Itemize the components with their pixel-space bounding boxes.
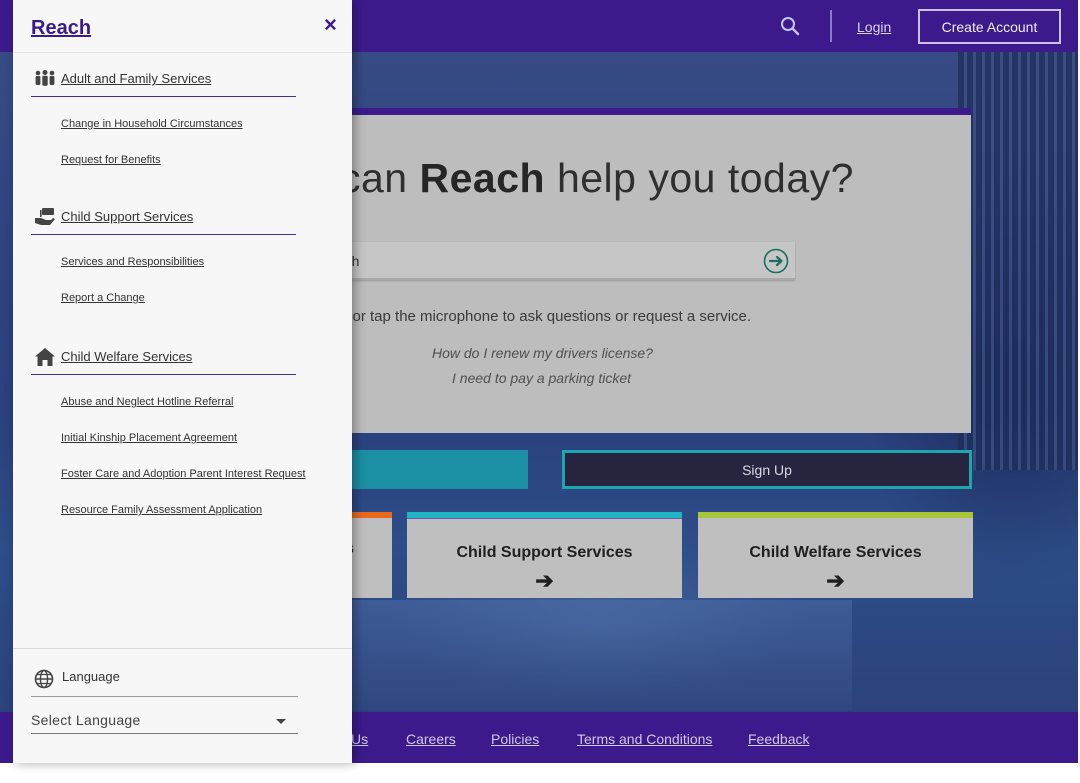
footer-link-careers[interactable]: Careers xyxy=(406,731,456,747)
example-query[interactable]: How do I renew my drivers license? xyxy=(432,345,653,361)
service-tile-label: Child Support Services xyxy=(456,544,633,561)
footer-link-contact[interactable]: Us xyxy=(351,731,368,747)
close-icon[interactable]: × xyxy=(324,14,337,36)
section-child-welfare[interactable]: Child Welfare Services xyxy=(31,345,296,375)
create-account-button[interactable]: Create Account xyxy=(918,9,1061,44)
globe-icon xyxy=(34,669,54,689)
footer-link-terms[interactable]: Terms and Conditions xyxy=(577,731,712,747)
language-label: Language xyxy=(62,669,120,684)
sign-up-button[interactable]: Sign Up xyxy=(562,450,972,489)
search-icon[interactable] xyxy=(780,16,800,36)
teal-action-button[interactable] xyxy=(340,450,528,489)
arrow-right-circle-icon[interactable] xyxy=(763,248,789,274)
service-tile-child-support[interactable]: Child Support Services ➔ xyxy=(407,512,682,598)
drawer-link[interactable]: Abuse and Neglect Hotline Referral xyxy=(61,396,233,408)
drawer-divider xyxy=(13,648,352,649)
nav-divider xyxy=(830,10,832,42)
section-label: Adult and Family Services xyxy=(61,71,212,86)
service-tile-child-welfare[interactable]: Child Welfare Services ➔ xyxy=(698,512,973,598)
water-image xyxy=(352,600,852,710)
section-adult-family[interactable]: Adult and Family Services xyxy=(31,67,296,97)
drawer-link[interactable]: Change in Household Circumstances xyxy=(61,118,243,130)
home-icon xyxy=(35,348,55,366)
section-label: Child Welfare Services xyxy=(61,349,193,364)
drawer-link[interactable]: Request for Benefits xyxy=(61,154,161,166)
building-image xyxy=(958,50,1078,470)
chevron-down-icon xyxy=(276,719,286,724)
arrow-right-icon: ➔ xyxy=(535,568,554,593)
drawer-link[interactable]: Report a Change xyxy=(61,292,145,304)
app-root: Login Create Account can Reach help you … xyxy=(0,0,1080,783)
side-drawer: Reach × Adult and Family Services Change… xyxy=(13,0,352,763)
drawer-link[interactable]: Foster Care and Adoption Parent Interest… xyxy=(61,468,306,480)
footer-link-feedback[interactable]: Feedback xyxy=(748,731,809,747)
language-header: Language xyxy=(31,664,298,697)
hero-headline: can Reach help you today? xyxy=(340,155,854,201)
footer-link-policies[interactable]: Policies xyxy=(491,731,539,747)
drawer-header: Reach × xyxy=(13,0,352,53)
family-icon xyxy=(35,70,55,86)
example-query[interactable]: I need to pay a parking ticket xyxy=(452,370,631,386)
login-link[interactable]: Login xyxy=(857,19,891,35)
drawer-link[interactable]: Services and Responsibilities xyxy=(61,256,204,268)
service-tile-label: Child Welfare Services xyxy=(749,544,922,561)
search-input[interactable]: rch xyxy=(340,242,795,280)
hand-money-icon xyxy=(35,208,55,225)
brand-logo-link[interactable]: Reach xyxy=(31,17,91,40)
arrow-right-icon: ➔ xyxy=(826,568,845,593)
section-child-support[interactable]: Child Support Services xyxy=(31,205,296,235)
drawer-link[interactable]: Resource Family Assessment Application xyxy=(61,504,262,516)
drawer-link[interactable]: Initial Kinship Placement Agreement xyxy=(61,432,237,444)
section-label: Child Support Services xyxy=(61,209,194,224)
search-hint: e or tap the microphone to ask questions… xyxy=(340,308,752,325)
language-select-value: Select Language xyxy=(31,712,141,728)
language-select[interactable]: Select Language xyxy=(31,706,298,734)
search-card: can Reach help you today? rch e or tap t… xyxy=(340,108,971,433)
